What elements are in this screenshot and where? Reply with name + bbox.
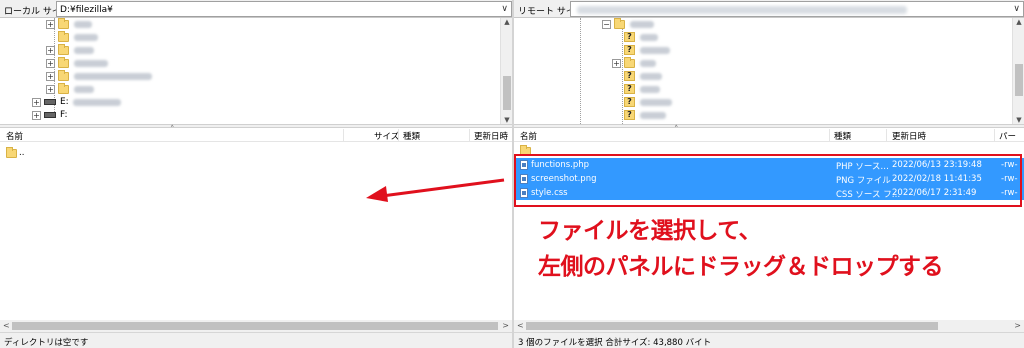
scroll-thumb[interactable] (12, 322, 498, 330)
sort-caret-icon: ˄ (170, 125, 175, 135)
remote-list-hscrollbar[interactable]: < > (514, 320, 1024, 332)
remote-tree-scrollbar[interactable]: ▲ ▼ (1012, 18, 1024, 124)
drive-label: E: (60, 97, 69, 107)
folder-icon (58, 18, 69, 29)
column-name[interactable]: 名前 (6, 130, 23, 142)
blurred-remote-path (577, 6, 907, 14)
local-file-list[interactable]: .. (0, 142, 512, 320)
collapse-icon[interactable]: − (602, 19, 611, 29)
expand-icon[interactable]: + (32, 97, 41, 107)
instruction-annotation: ファイルを選択して、 左側のパネルにドラッグ＆ドロップする (538, 213, 944, 285)
expand-icon[interactable]: + (612, 58, 621, 68)
tree-item-drive-e[interactable]: + E: (32, 96, 121, 108)
tree-item[interactable]: ? (624, 83, 660, 95)
tree-item[interactable]: + (46, 82, 94, 95)
tree-item[interactable]: ? (624, 70, 662, 82)
drag-arrow-icon (366, 178, 505, 202)
folder-icon (58, 69, 69, 81)
local-tree-scrollbar[interactable]: ▲ ▼ (500, 18, 512, 124)
drive-label: F: (60, 110, 68, 120)
remote-site-bar: リモート サイト: ∨ (514, 0, 1024, 18)
unknown-folder-icon: ? (624, 71, 635, 81)
parent-dir-label: .. (19, 148, 25, 158)
chevron-down-icon[interactable]: ∨ (1013, 4, 1020, 14)
local-list-header: ˄ 名前 サイズ 種類 更新日時 (0, 125, 512, 142)
chevron-down-icon[interactable]: ∨ (501, 4, 508, 14)
scroll-thumb[interactable] (503, 76, 511, 110)
column-modified[interactable]: 更新日時 (892, 130, 926, 142)
tree-item[interactable]: ? (624, 96, 672, 108)
scroll-up-icon[interactable]: ▲ (1013, 18, 1024, 26)
scroll-right-icon[interactable]: > (1014, 321, 1021, 330)
local-site-path-field[interactable]: D:¥filezilla¥ ∨ (56, 1, 512, 17)
folder-icon (624, 56, 635, 68)
local-status-bar: ディレクトリは空です (0, 332, 512, 348)
annotation-line-2: 左側のパネルにドラッグ＆ドロップする (538, 254, 944, 280)
scroll-left-icon[interactable]: < (3, 321, 10, 330)
tree-item[interactable]: ? (624, 44, 670, 56)
scroll-thumb[interactable] (1015, 64, 1023, 96)
remote-site-path-field[interactable]: ∨ (570, 1, 1024, 17)
column-modified[interactable]: 更新日時 (474, 130, 508, 142)
scroll-thumb[interactable] (526, 322, 938, 330)
column-name[interactable]: 名前 (520, 130, 537, 142)
folder-icon (6, 147, 17, 158)
selection-highlight-box (514, 154, 1022, 207)
drive-icon (44, 112, 56, 118)
tree-item[interactable]: + (612, 56, 656, 69)
tree-item[interactable]: − (602, 18, 654, 30)
tree-item[interactable]: + (46, 56, 108, 69)
tree-item[interactable] (58, 30, 98, 43)
column-type[interactable]: 種類 (403, 130, 420, 142)
local-site-path-value: D:¥filezilla¥ (60, 5, 113, 15)
remote-status-bar: 3 個のファイルを選択 合計サイズ: 43,880 バイト (514, 332, 1024, 348)
unknown-folder-icon: ? (624, 45, 635, 55)
sort-caret-icon: ˄ (674, 125, 679, 135)
annotation-line-1: ファイルを選択して、 (538, 218, 762, 244)
column-size[interactable]: サイズ (374, 130, 399, 142)
tree-item[interactable]: + (46, 18, 92, 30)
local-list-hscrollbar[interactable]: < > (0, 320, 512, 332)
expand-icon[interactable]: + (46, 45, 55, 55)
tree-item[interactable]: ? (624, 109, 666, 121)
scroll-right-icon[interactable]: > (502, 321, 509, 330)
expand-icon[interactable]: + (46, 84, 55, 94)
expand-icon[interactable]: + (32, 110, 41, 120)
folder-icon (58, 82, 69, 94)
scroll-down-icon[interactable]: ▼ (1013, 116, 1024, 124)
folder-icon (58, 56, 69, 68)
scroll-left-icon[interactable]: < (517, 321, 524, 330)
expand-icon[interactable]: + (46, 71, 55, 81)
drive-icon (44, 99, 56, 105)
folder-icon (58, 43, 69, 55)
tree-item[interactable]: + (46, 43, 94, 56)
unknown-folder-icon: ? (624, 84, 635, 94)
column-type[interactable]: 種類 (834, 130, 851, 142)
tree-item-drive-f[interactable]: + F: (32, 109, 72, 121)
remote-status-text: 3 個のファイルを選択 合計サイズ: 43,880 バイト (518, 338, 712, 348)
unknown-folder-icon: ? (624, 32, 635, 42)
local-status-text: ディレクトリは空です (4, 338, 89, 348)
unknown-folder-icon: ? (624, 97, 635, 107)
local-site-bar: ローカル サイト: D:¥filezilla¥ ∨ (0, 0, 512, 18)
tree-item[interactable]: ? (624, 31, 658, 43)
unknown-folder-icon: ? (624, 110, 635, 120)
expand-icon[interactable]: + (46, 58, 55, 68)
folder-icon (58, 30, 69, 42)
remote-directory-tree[interactable]: − ? ? + ? ? ? ? (514, 18, 1024, 124)
local-directory-tree[interactable]: + + + + + + E: + F: (0, 18, 512, 124)
expand-icon[interactable]: + (46, 19, 55, 29)
list-item-parent[interactable]: .. (0, 146, 512, 160)
remote-list-header: ˄ 名前 種類 更新日時 パーミッ (514, 125, 1024, 154)
folder-icon (614, 18, 625, 29)
tree-item[interactable]: + (46, 69, 152, 82)
